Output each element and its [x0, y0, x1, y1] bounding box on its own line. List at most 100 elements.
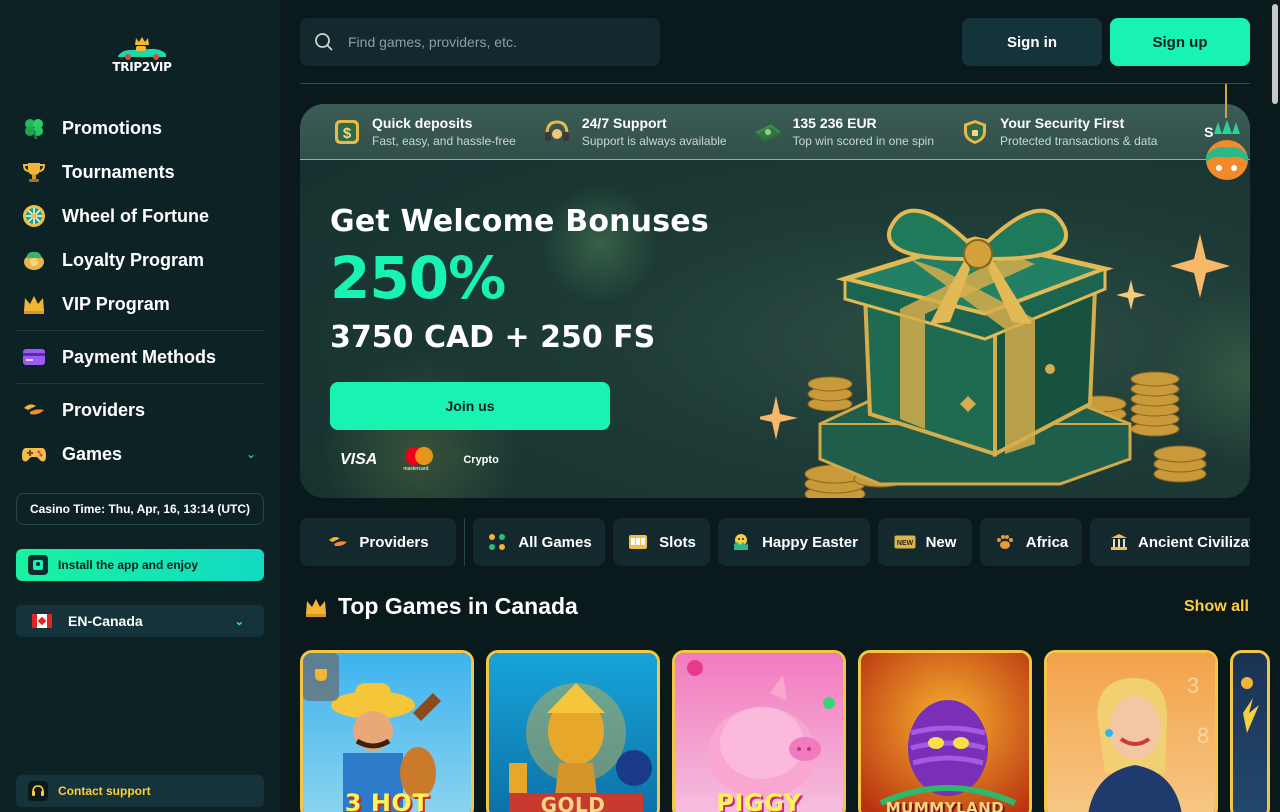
sidebar-item-tournaments[interactable]: Tournaments [16, 150, 264, 194]
svg-text:8: 8 [1197, 723, 1209, 748]
sidebar-item-wheel-of-fortune[interactable]: Wheel of Fortune [16, 194, 264, 238]
show-all-link[interactable]: Show all [1184, 598, 1249, 616]
search-bar[interactable] [300, 18, 660, 66]
sidebar-item-games[interactable]: Games ⌄ [16, 432, 264, 476]
game-title: 3 HOT [344, 789, 430, 812]
game-card[interactable] [1230, 650, 1270, 812]
game-title: GOLD [540, 793, 606, 812]
category-label: Ancient Civilizations [1138, 533, 1250, 551]
sidebar-item-loyalty-program[interactable]: Loyalty Program [16, 238, 264, 282]
contact-support-label: Contact support [58, 784, 151, 798]
providers-icon [327, 531, 349, 553]
sidebar-item-label: Loyalty Program [62, 249, 205, 270]
crown-icon [20, 290, 48, 318]
car-icon [118, 46, 166, 60]
game-thumbnail: 3 8 [1047, 653, 1215, 812]
gamepad-icon [20, 440, 48, 468]
mascot-string [1225, 84, 1227, 118]
category-label: New [925, 533, 957, 551]
canada-flag-icon [32, 614, 52, 628]
category-bar: Providers All Games Slots Happy Easter N… [300, 518, 1250, 566]
feature-support: 24/7 Support Support is always available [542, 104, 727, 159]
category-providers[interactable]: Providers [300, 518, 456, 566]
category-all-games[interactable]: All Games [473, 518, 605, 566]
sidebar-item-label: VIP Program [62, 293, 170, 314]
headset-icon [542, 117, 572, 147]
scrollbar-thumb[interactable] [1272, 4, 1278, 104]
clover-icon [20, 114, 48, 142]
easter-egg-mascot-icon[interactable] [1204, 114, 1250, 182]
banner-amount: 3750 CAD + 250 FS [330, 320, 656, 355]
sign-up-button[interactable]: Sign up [1110, 18, 1250, 66]
category-slots[interactable]: Slots [613, 518, 710, 566]
feature-title: Your Security First [1000, 115, 1125, 131]
section-title-text: Top Games in Canada [338, 593, 578, 619]
feature-title: 24/7 Support [581, 115, 667, 131]
search-icon [315, 33, 333, 51]
category-label: Africa [1025, 533, 1069, 551]
feature-security: Your Security First Protected transaction… [960, 104, 1157, 159]
search-input[interactable] [348, 34, 628, 50]
casino-time: Casino Time: Thu, Apr, 16, 13:14 (UTC) [16, 493, 264, 525]
sidebar-item-vip-program[interactable]: VIP Program [16, 282, 264, 326]
shield-icon [960, 117, 990, 147]
loyalty-icon [20, 246, 48, 274]
category-ancient-civilizations[interactable]: Ancient Civilizations [1090, 518, 1250, 566]
language-select[interactable]: EN-Canada ⌄ [16, 605, 264, 637]
banner-decor [540, 184, 660, 304]
sidebar-menu: Promotions Tournaments Wheel of Fortune … [16, 106, 264, 476]
chevron-down-icon: ⌄ [234, 615, 244, 628]
sidebar-item-label: Wheel of Fortune [62, 205, 209, 226]
feature-subtitle: Fast, easy, and hassle-free [372, 134, 516, 148]
paw-icon [994, 531, 1016, 553]
game-card[interactable]: GOLD [486, 650, 660, 812]
section-title: Top Games in Canada [304, 593, 578, 620]
game-card[interactable]: 3 8 AGENT [1044, 650, 1218, 812]
new-badge-icon: NEW [894, 531, 916, 553]
category-africa[interactable]: Africa [980, 518, 1082, 566]
sidebar-item-promotions[interactable]: Promotions [16, 106, 264, 150]
slots-icon [627, 531, 649, 553]
category-label: All Games [518, 533, 592, 551]
mastercard-text: mastercard [403, 466, 429, 472]
sidebar-item-label: Games [62, 443, 123, 464]
svg-text:NEW: NEW [896, 540, 913, 547]
cash-stack-icon [753, 117, 783, 147]
game-card[interactable]: 3 HOT [300, 650, 474, 812]
sidebar-item-label: Tournaments [62, 161, 175, 182]
game-card[interactable]: MUMMYLAND [858, 650, 1032, 812]
game-card[interactable]: PIGGY [672, 650, 846, 812]
gift-box-illustration [760, 208, 1230, 498]
category-label: Happy Easter [762, 533, 858, 551]
feature-subtitle: Top win scored in one spin [792, 134, 935, 148]
trophy-icon [20, 158, 48, 186]
mastercard-logo: mastercard [403, 447, 435, 473]
banner-percent: 250% [330, 244, 506, 312]
svg-text:$: $ [343, 125, 352, 142]
install-app-button[interactable]: Install the app and enjoy [16, 549, 264, 581]
sidebar-item-label: Providers [62, 399, 146, 420]
game-title: AGENT [1095, 796, 1167, 812]
category-divider [464, 518, 465, 566]
language-label: EN-Canada [68, 613, 143, 629]
category-new[interactable]: NEW New [878, 518, 972, 566]
join-us-button[interactable]: Join us [330, 382, 610, 430]
sign-in-button[interactable]: Sign in [962, 18, 1102, 66]
scrollbar[interactable] [1270, 0, 1280, 812]
sidebar-item-providers[interactable]: Providers [16, 388, 264, 432]
crown-icon [306, 598, 326, 617]
logo-text: TRIP2VIP [112, 60, 172, 74]
sidebar-item-payment-methods[interactable]: Payment Methods [16, 335, 264, 379]
divider [16, 330, 264, 331]
feature-title: Quick deposits [372, 115, 473, 131]
category-happy-easter[interactable]: Happy Easter [718, 518, 870, 566]
logo[interactable]: TRIP2VIP [110, 36, 174, 76]
payment-logos: VISA mastercard Crypto [340, 447, 499, 473]
visa-logo: VISA [340, 451, 378, 468]
category-label: Providers [359, 533, 429, 551]
chevron-down-icon[interactable]: ⌄ [246, 447, 256, 461]
feature-title: 135 236 EUR [792, 115, 877, 131]
chick-icon [730, 531, 752, 553]
game-thumbnail [1233, 653, 1267, 812]
contact-support-button[interactable]: Contact support [16, 775, 264, 807]
